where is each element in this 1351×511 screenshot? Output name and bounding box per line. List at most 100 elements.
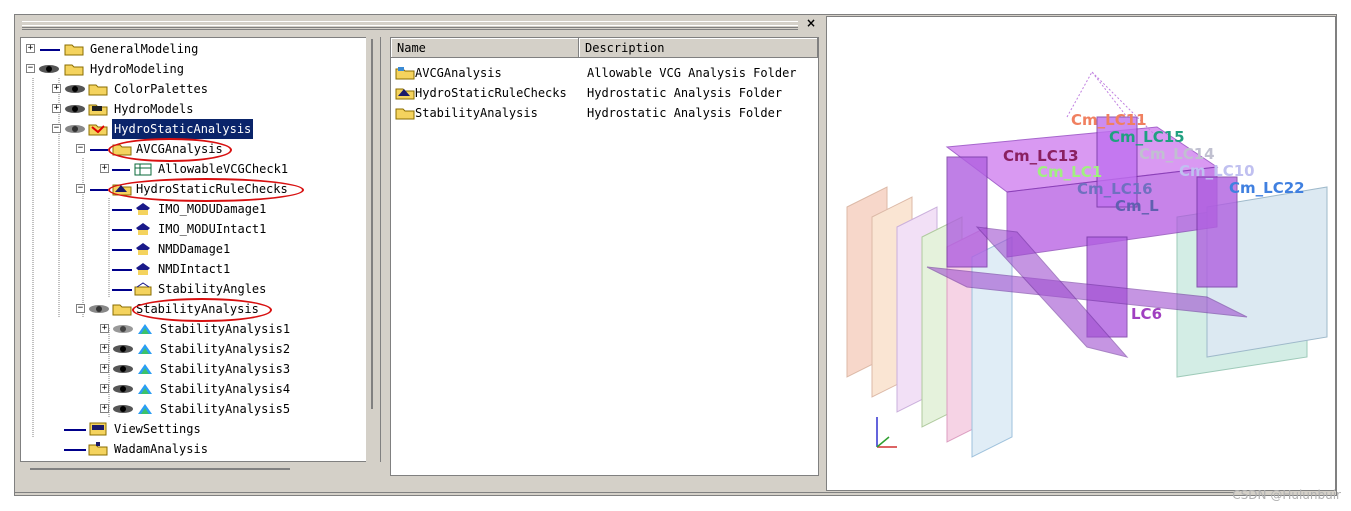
collapse-toggle[interactable]: − [26, 64, 35, 73]
tree-horizontal-thumb[interactable] [30, 468, 290, 470]
tree-item-imo-modudamage1[interactable]: IMO_MODUDamage1 [96, 199, 366, 219]
expand-toggle[interactable]: + [26, 44, 35, 53]
collapse-toggle[interactable]: − [76, 304, 85, 313]
list-item-description: Allowable VCG Analysis Folder [587, 66, 797, 80]
analysis-folder-icon [88, 124, 108, 136]
stability-analysis-icon [138, 404, 152, 414]
rule-check-icon [136, 203, 150, 215]
expand-toggle[interactable]: + [52, 104, 61, 113]
tree-item-stabilityanalysis3[interactable]: + StabilityAnalysis3 [96, 359, 366, 379]
tree-item-hydromodeling[interactable]: − HydroModeling [22, 59, 362, 79]
tree-item-stabilityanalysis1[interactable]: + StabilityAnalysis1 [96, 319, 366, 339]
load-case-label: Cm_LC22 [1229, 179, 1305, 197]
folder-icon [88, 84, 108, 96]
tree-item-generalmodeling[interactable]: + GeneralModeling [22, 39, 362, 59]
list-item-description: Hydrostatic Analysis Folder [587, 106, 783, 120]
eye-icon [65, 105, 85, 113]
list-row-avcganalysis[interactable]: AVCGAnalysis Allowable VCG Analysis Fold… [393, 63, 813, 83]
collapse-toggle[interactable]: − [76, 184, 85, 193]
rule-check-icon [136, 223, 150, 235]
tree-item-allowablevcgcheck1[interactable]: + AllowableVCGCheck1 [96, 159, 366, 179]
stability-analysis-icon [138, 364, 152, 374]
expand-toggle[interactable]: + [100, 384, 109, 393]
angles-icon [134, 282, 152, 296]
eye-icon [113, 345, 133, 353]
tree-connector [90, 149, 108, 151]
tree-item-stabilityangles[interactable]: StabilityAngles [96, 279, 366, 299]
expand-toggle[interactable]: + [100, 404, 109, 413]
rule-folder-icon [395, 88, 415, 100]
eye-icon [113, 365, 133, 373]
folder-icon [395, 67, 415, 80]
tree-item-label: StabilityAngles [158, 282, 267, 296]
tree-vertical-scrollbar[interactable] [366, 37, 380, 462]
expand-toggle[interactable]: + [52, 84, 61, 93]
tree-connector [90, 189, 108, 191]
wadam-analysis-icon [88, 442, 108, 456]
tree-connector [112, 289, 132, 291]
tree-item-label: GeneralModeling [90, 42, 199, 56]
list-row-hydrostaticrulechecks[interactable]: HydroStaticRuleChecks Hydrostatic Analys… [393, 83, 813, 103]
list-item-name: HydroStaticRuleChecks [415, 86, 567, 100]
status-divider [14, 492, 1234, 497]
rule-check-icon [136, 243, 150, 255]
tree-item-nmdintact1[interactable]: NMDIntact1 [96, 259, 366, 279]
tree-connector [40, 49, 60, 51]
tree-item-stabilityanalysis2[interactable]: + StabilityAnalysis2 [96, 339, 366, 359]
watermark: CSDN @Hulunbuir [1232, 488, 1341, 502]
tree-item-nmddamage1[interactable]: NMDDamage1 [96, 239, 366, 259]
column-header-description[interactable]: Description [579, 38, 818, 58]
tree-vertical-thumb[interactable] [371, 39, 373, 409]
tree-connector [112, 229, 132, 231]
tree-item-label: NMDDamage1 [158, 242, 231, 256]
close-pane-button[interactable]: × [806, 16, 816, 30]
tree-item-label: ColorPalettes [114, 82, 208, 96]
eye-icon [65, 125, 85, 133]
eye-icon [89, 305, 109, 313]
tree-item-colorpalettes[interactable]: + ColorPalettes [48, 79, 368, 99]
tree-item-viewsettings[interactable]: ViewSettings [48, 419, 368, 439]
load-case-label: Cm_LC11 [1071, 111, 1147, 129]
tree-item-hydrostaticanalysis[interactable]: − HydroStaticAnalysis [48, 119, 368, 139]
hydromodel-folder-icon [88, 104, 108, 116]
tree-item-label: IMO_MODUDamage1 [158, 202, 267, 216]
collapse-toggle[interactable]: − [76, 144, 85, 153]
expand-toggle[interactable]: + [100, 164, 109, 173]
folder-icon [112, 304, 132, 316]
list-row-stabilityanalysis[interactable]: StabilityAnalysis Hydrostatic Analysis F… [393, 103, 813, 123]
tree-item-wadamanalysis[interactable]: WadamAnalysis [48, 439, 368, 459]
expand-toggle[interactable]: + [100, 324, 109, 333]
tree-item-label: HydroStaticAnalysis [112, 119, 254, 139]
tree-connector [112, 269, 132, 271]
check-table-icon [134, 163, 152, 176]
tree-item-stabilityanalysis4[interactable]: + StabilityAnalysis4 [96, 379, 366, 399]
folder-icon [64, 44, 84, 56]
eye-icon [65, 85, 85, 93]
load-case-label: LC6 [1131, 305, 1163, 323]
pane-header[interactable]: × [16, 16, 822, 32]
tree-item-hydromodels[interactable]: + HydroModels [48, 99, 368, 119]
tree-item-imo-moduintact1[interactable]: IMO_MODUIntact1 [96, 219, 366, 239]
expand-toggle[interactable]: + [100, 344, 109, 353]
column-header-name[interactable]: Name [391, 38, 579, 58]
tree-item-stabilityanalysis5[interactable]: + StabilityAnalysis5 [96, 399, 366, 419]
folder-icon [395, 108, 415, 120]
expand-toggle[interactable]: + [100, 364, 109, 373]
tree-horizontal-scrollbar[interactable] [20, 462, 381, 476]
tree-item-label: NMDIntact1 [158, 262, 231, 276]
tree-item-label: StabilityAnalysis4 [160, 382, 291, 396]
view-settings-icon [89, 422, 107, 436]
load-case-label: Cm_LC14 [1139, 145, 1215, 163]
tree-connector [112, 209, 132, 211]
contents-list[interactable]: Name Description AVCGAnalysis Allowable … [390, 37, 819, 476]
model-3d-viewport[interactable]: Cm_LC11 Cm_LC15 Cm_LC13 Cm_LC14 Cm_LC10 … [826, 16, 1336, 491]
tree-item-label: StabilityAnalysis2 [160, 342, 291, 356]
folder-icon [64, 64, 84, 76]
tree-item-label: HydroModeling [90, 62, 184, 76]
tree-item-label: WadamAnalysis [114, 442, 208, 456]
collapse-toggle[interactable]: − [52, 124, 61, 133]
stability-analysis-icon [138, 384, 152, 394]
tree-item-label: ViewSettings [114, 422, 201, 436]
list-item-name: StabilityAnalysis [415, 106, 538, 120]
tree-item-label: IMO_MODUIntact1 [158, 222, 267, 236]
